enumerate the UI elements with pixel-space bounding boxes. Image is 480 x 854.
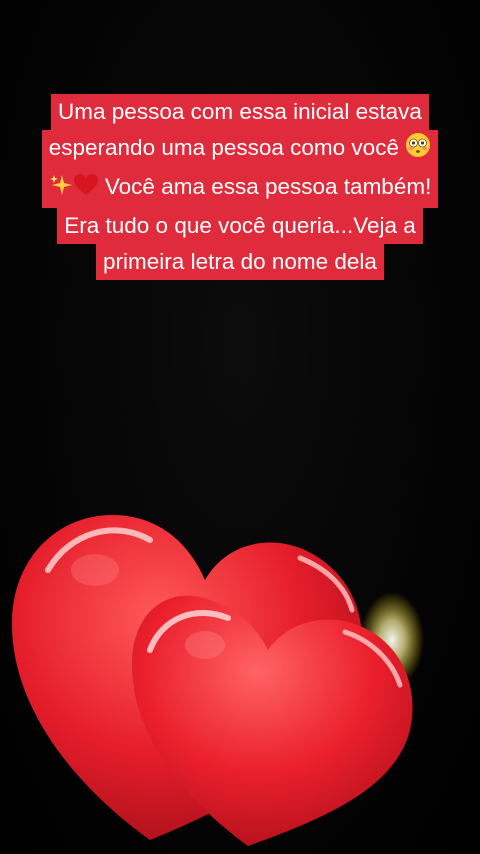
sparkles-icon xyxy=(49,172,73,208)
caption-line-3: Você ama essa pessoa também! xyxy=(41,169,439,208)
back-heart-shine xyxy=(71,554,119,586)
flushed-face-icon xyxy=(405,132,431,169)
caption-line-1: Uma pessoa com essa inicial estava xyxy=(51,94,429,130)
caption-line-4: Era tudo o que você queria...Veja a xyxy=(57,208,423,244)
caption-line-2: esperando uma pessoa como você xyxy=(41,130,439,169)
video-frame: Uma pessoa com essa inicial estava esper… xyxy=(0,0,480,854)
caption-line-2-text: esperando uma pessoa como você xyxy=(48,135,399,160)
two-red-hearts-icon xyxy=(11,515,424,846)
red-heart-icon xyxy=(73,172,99,208)
caption-overlay: Uma pessoa com essa inicial estava esper… xyxy=(0,94,480,280)
front-heart-shine xyxy=(185,631,225,659)
caption-line-3-text: Você ama essa pessoa também! xyxy=(104,174,432,199)
caption-line-5: primeira letra do nome dela xyxy=(96,244,384,280)
